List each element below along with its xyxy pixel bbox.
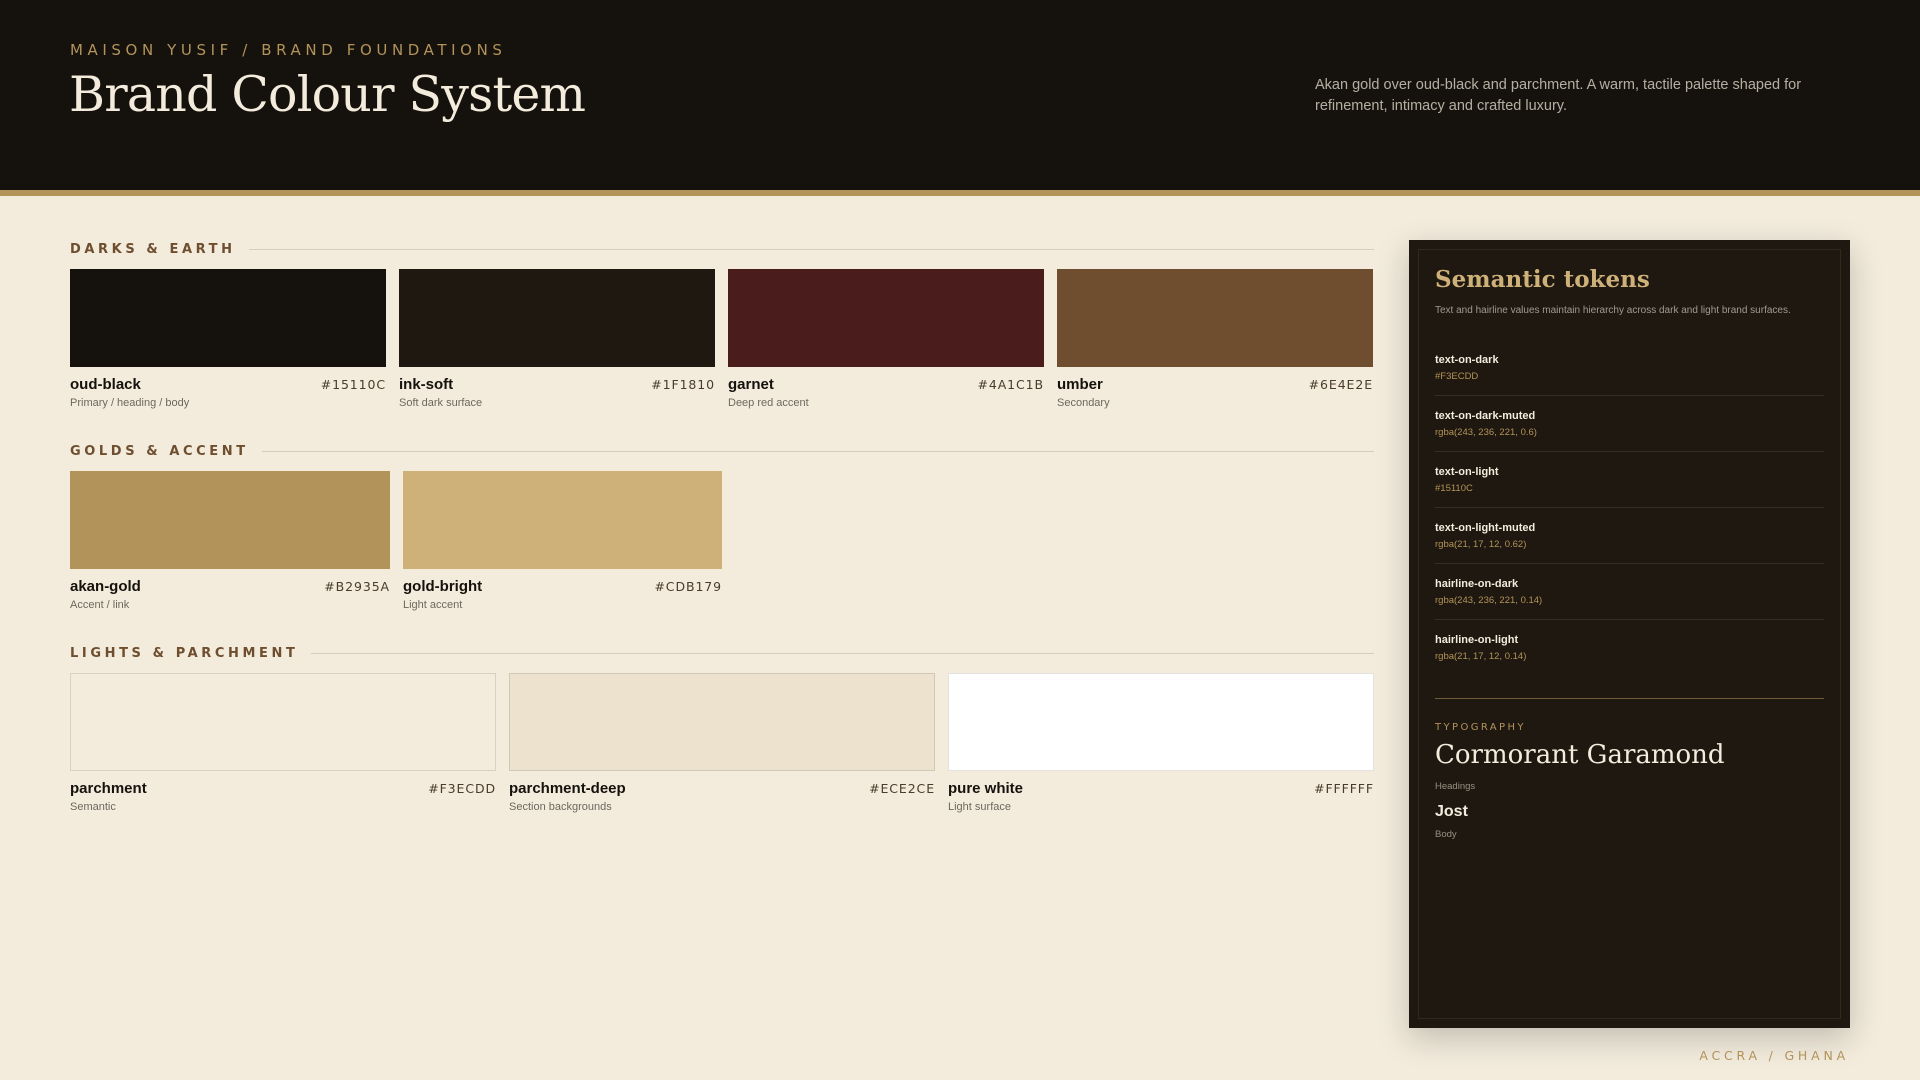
swatch-hex: #F3ECDD — [428, 781, 496, 796]
token-name: text-on-dark-muted — [1435, 410, 1536, 422]
swatch-card-oud-black: oud-black #15110C Primary / heading / bo… — [70, 269, 386, 409]
token-value: #15110C — [1435, 483, 1473, 494]
swatch-role: Section backgrounds — [509, 801, 612, 813]
swatch-role: Primary / heading / body — [70, 397, 190, 409]
swatch-card-pure-white: pure white #FFFFFF Light surface — [948, 673, 1374, 813]
group-heading-darks: DARKS & EARTH — [70, 239, 1374, 259]
swatch-role: Soft dark surface — [399, 397, 483, 409]
token-value: rgba(243, 236, 221, 0.6) — [1435, 427, 1537, 438]
token-item: text-on-dark-muted rgba(243, 236, 221, 0… — [1435, 396, 1824, 452]
swatch-name: parchment — [70, 780, 147, 797]
group-title: LIGHTS & PARCHMENT — [70, 645, 299, 661]
group-divider — [248, 248, 1374, 250]
color-swatch — [1057, 269, 1373, 367]
swatch-role: Light accent — [403, 599, 463, 611]
swatch-card-parchment: parchment #F3ECDD Semantic — [70, 673, 496, 813]
swatch-row-lights: parchment #F3ECDD Semantic parchment-dee… — [70, 673, 1374, 813]
color-swatch — [70, 673, 496, 771]
swatch-name: oud-black — [70, 376, 141, 393]
group-divider — [261, 450, 1374, 452]
swatch-row-darks: oud-black #15110C Primary / heading / bo… — [70, 269, 1373, 409]
token-item: text-on-dark #F3ECDD — [1435, 340, 1824, 396]
swatch-name: garnet — [728, 376, 774, 393]
token-item: text-on-light-muted rgba(21, 17, 12, 0.6… — [1435, 508, 1824, 564]
breadcrumb-eyebrow: MAISON YUSIF / BRAND FOUNDATIONS — [70, 41, 507, 59]
page-title: Brand Colour System — [69, 66, 586, 123]
swatch-hex: #4A1C1B — [977, 377, 1044, 392]
token-name: text-on-light — [1435, 466, 1499, 478]
swatch-hex: #CDB179 — [654, 579, 722, 594]
semantic-tokens-panel: Semantic tokens Text and hairline values… — [1409, 240, 1850, 1028]
swatch-name: gold-bright — [403, 578, 483, 595]
heading-font-usage: Headings — [1435, 781, 1476, 792]
token-name: hairline-on-light — [1435, 634, 1519, 646]
color-swatch — [70, 269, 386, 367]
swatch-role: Secondary — [1057, 397, 1110, 409]
heading-font-sample: Cormorant Garamond — [1435, 740, 1725, 770]
swatch-row-golds: akan-gold #B2935A Accent / link gold-bri… — [70, 471, 722, 611]
swatch-role: Deep red accent — [728, 397, 809, 409]
swatch-hex: #15110C — [320, 377, 386, 392]
color-swatch — [399, 269, 715, 367]
swatch-card-gold-bright: gold-bright #CDB179 Light accent — [403, 471, 722, 611]
swatch-name: pure white — [948, 780, 1024, 797]
swatch-name: ink-soft — [399, 376, 454, 393]
token-item: hairline-on-dark rgba(243, 236, 221, 0.1… — [1435, 564, 1824, 620]
swatch-name: parchment-deep — [509, 780, 626, 797]
panel-title: Semantic tokens — [1435, 266, 1650, 293]
color-swatch — [403, 471, 722, 569]
swatch-hex: #B2935A — [324, 579, 390, 594]
header-gold-rule — [0, 190, 1920, 196]
token-value: rgba(243, 236, 221, 0.14) — [1435, 595, 1543, 606]
color-swatch — [509, 673, 935, 771]
token-value: rgba(21, 17, 12, 0.14) — [1435, 651, 1527, 662]
group-title: DARKS & EARTH — [70, 241, 236, 257]
group-title: GOLDS & ACCENT — [70, 443, 249, 459]
swatch-card-akan-gold: akan-gold #B2935A Accent / link — [70, 471, 390, 611]
token-name: text-on-dark — [1435, 354, 1499, 366]
swatch-name: umber — [1057, 376, 1103, 393]
swatch-name: akan-gold — [70, 578, 141, 595]
token-item: hairline-on-light rgba(21, 17, 12, 0.14) — [1435, 620, 1824, 676]
header-description: Akan gold over oud-black and parchment. … — [1315, 77, 1802, 114]
swatch-card-garnet: garnet #4A1C1B Deep red accent — [728, 269, 1044, 409]
group-heading-lights: LIGHTS & PARCHMENT — [70, 643, 1374, 663]
footer-location: ACCRA / GHANA — [1699, 1048, 1849, 1063]
token-item: text-on-light #15110C — [1435, 452, 1824, 508]
typography-label: TYPOGRAPHY — [1435, 722, 1526, 733]
swatch-role: Accent / link — [70, 599, 130, 611]
swatch-hex: #1F1810 — [651, 377, 715, 392]
token-value: rgba(21, 17, 12, 0.62) — [1435, 539, 1527, 550]
token-list: text-on-dark #F3ECDD text-on-dark-muted … — [1435, 340, 1824, 676]
body-font-sample: Jost — [1435, 803, 1468, 820]
swatch-hex: #ECE2CE — [869, 781, 935, 796]
color-swatch — [70, 471, 390, 569]
swatch-hex: #FFFFFF — [1314, 781, 1374, 796]
swatch-hex: #6E4E2E — [1308, 377, 1373, 392]
swatch-role: Semantic — [70, 801, 116, 813]
panel-divider — [1435, 698, 1824, 699]
token-name: hairline-on-dark — [1435, 578, 1519, 590]
panel-subtitle: Text and hairline values maintain hierar… — [1435, 305, 1791, 316]
color-swatch — [728, 269, 1044, 367]
body-font-usage: Body — [1435, 829, 1457, 840]
group-divider — [311, 652, 1374, 654]
color-swatch — [948, 673, 1374, 771]
swatch-card-umber: umber #6E4E2E Secondary — [1057, 269, 1373, 409]
page-header: MAISON YUSIF / BRAND FOUNDATIONS Brand C… — [0, 0, 1920, 190]
group-heading-golds: GOLDS & ACCENT — [70, 441, 1374, 461]
token-value: #F3ECDD — [1435, 371, 1479, 382]
swatch-role: Light surface — [948, 801, 1011, 813]
token-name: text-on-light-muted — [1435, 522, 1536, 534]
swatch-card-ink-soft: ink-soft #1F1810 Soft dark surface — [399, 269, 715, 409]
swatch-card-parchment-deep: parchment-deep #ECE2CE Section backgroun… — [509, 673, 935, 813]
